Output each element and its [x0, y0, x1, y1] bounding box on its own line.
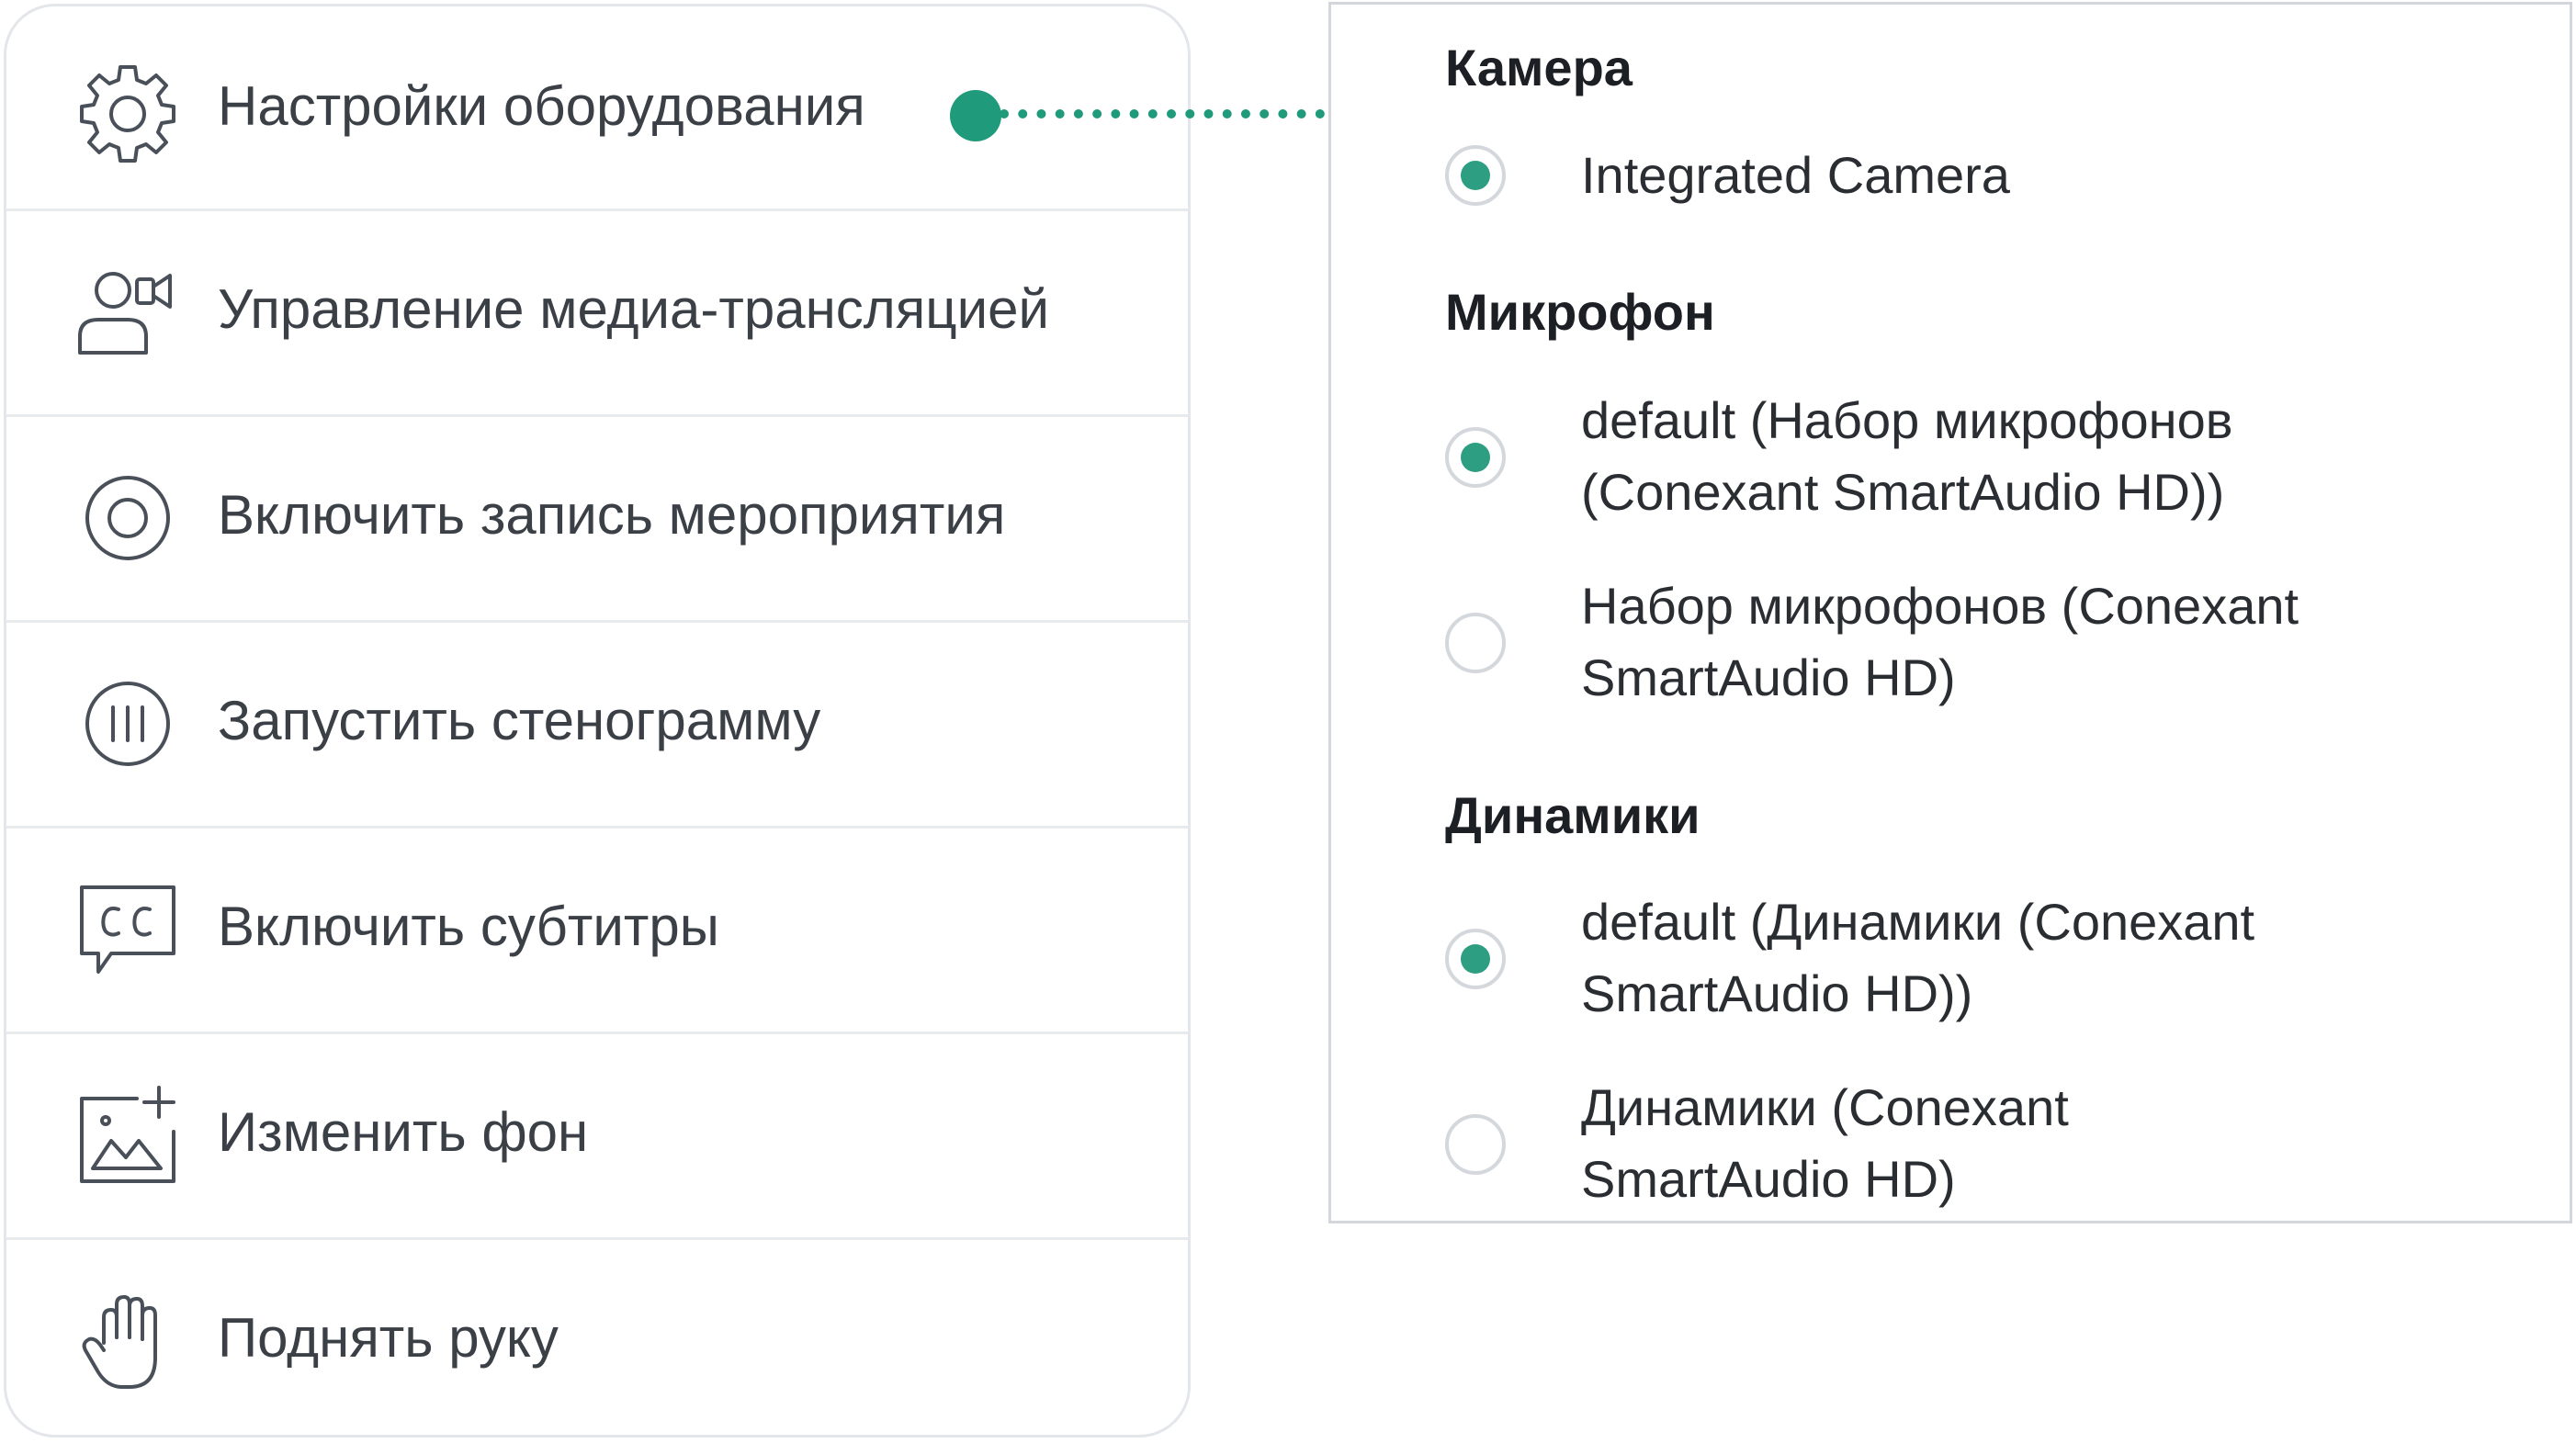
speakers-section-title: Динамики — [1445, 786, 1700, 844]
connector-dot — [950, 90, 1001, 141]
camera-section-title: Камера — [1445, 39, 1633, 96]
gear-icon — [73, 54, 183, 164]
microphone-option-default-label: default (Набор микрофонов (Conexant Smar… — [1581, 391, 2233, 521]
subtitles-icon — [73, 874, 183, 985]
camera-radio-integrated[interactable] — [1445, 145, 1506, 206]
menu-item-record[interactable]: Включить запись мероприятия — [6, 414, 1188, 620]
menu-item-raise-hand[interactable]: Поднять руку — [6, 1237, 1188, 1435]
camera-option-label: Integrated Camera — [1581, 146, 2010, 204]
menu-item-label: Запустить стенограмму — [218, 690, 821, 751]
menu-item-label: Изменить фон — [218, 1101, 589, 1163]
change-background-icon — [73, 1080, 183, 1190]
microphone-option-conexant-label: Набор микрофонов (Conexant SmartAudio HD… — [1581, 577, 2299, 706]
microphone-radio-default[interactable] — [1445, 427, 1506, 488]
menu-item-label: Включить субтитры — [218, 896, 719, 957]
menu-item-change-background[interactable]: Изменить фон — [6, 1032, 1188, 1237]
menu-item-media-broadcast[interactable]: Управление медиа-трансляцией — [6, 209, 1188, 414]
raise-hand-icon — [73, 1286, 183, 1396]
microphone-radio-conexant[interactable] — [1445, 613, 1506, 673]
record-icon — [73, 463, 183, 573]
menu-item-label: Включить запись мероприятия — [218, 484, 1006, 546]
media-broadcast-icon — [73, 257, 183, 367]
menu-item-transcript[interactable]: Запустить стенограмму — [6, 620, 1188, 826]
menu-item-label: Поднять руку — [218, 1307, 559, 1369]
options-menu: Настройки оборудования Управление медиа-… — [4, 4, 1191, 1437]
microphone-section-title: Микрофон — [1445, 283, 1715, 341]
menu-item-label: Управление медиа-трансляцией — [218, 278, 1050, 340]
menu-item-subtitles[interactable]: Включить субтитры — [6, 826, 1188, 1032]
menu-item-label: Настройки оборудования — [218, 75, 865, 137]
speakers-radio-default[interactable] — [1445, 929, 1506, 989]
hardware-settings-panel: Камера Integrated Camera Микрофон defaul… — [1328, 2, 2572, 1223]
speakers-option-conexant-label: Динамики (Conexant SmartAudio HD) — [1581, 1078, 2069, 1208]
speakers-option-default-label: default (Динамики (Conexant SmartAudio H… — [1581, 893, 2255, 1022]
connector-line — [1000, 109, 1325, 118]
transcript-icon — [73, 669, 183, 779]
speakers-radio-conexant[interactable] — [1445, 1114, 1506, 1175]
